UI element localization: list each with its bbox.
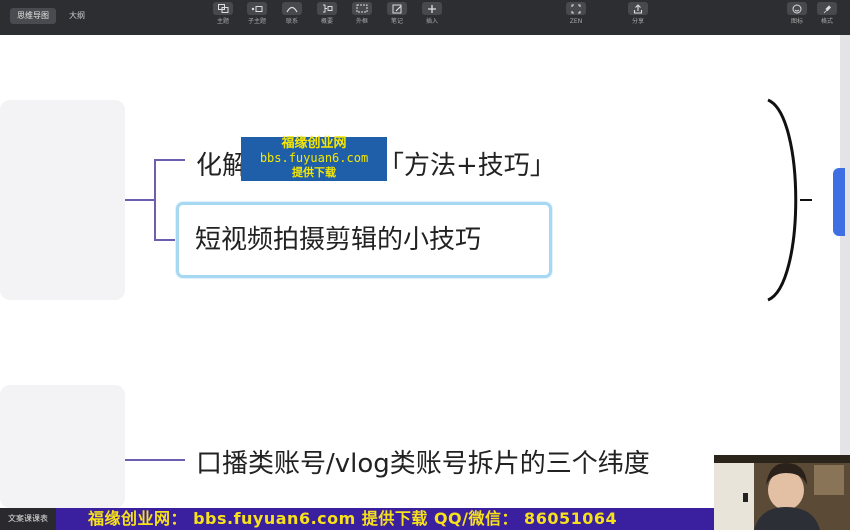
banner-text: 福缘创业网： bbs.fuyuan6.com 提供下载 QQ/微信： 86051…	[88, 509, 618, 528]
topic-node-breakdown[interactable]: 口播类账号/vlog类账号拆片的三个纬度	[196, 443, 650, 480]
topic-node-video-tips[interactable]: 短视频拍摄剪辑的小技巧	[176, 202, 552, 278]
webcam-video	[714, 455, 850, 530]
presenter-image	[714, 455, 850, 530]
schedule-label: 文案课课表	[0, 508, 56, 530]
watermark-overlay: 福缘创业网 bbs.fuyuan6.com 提供下载	[241, 137, 387, 181]
